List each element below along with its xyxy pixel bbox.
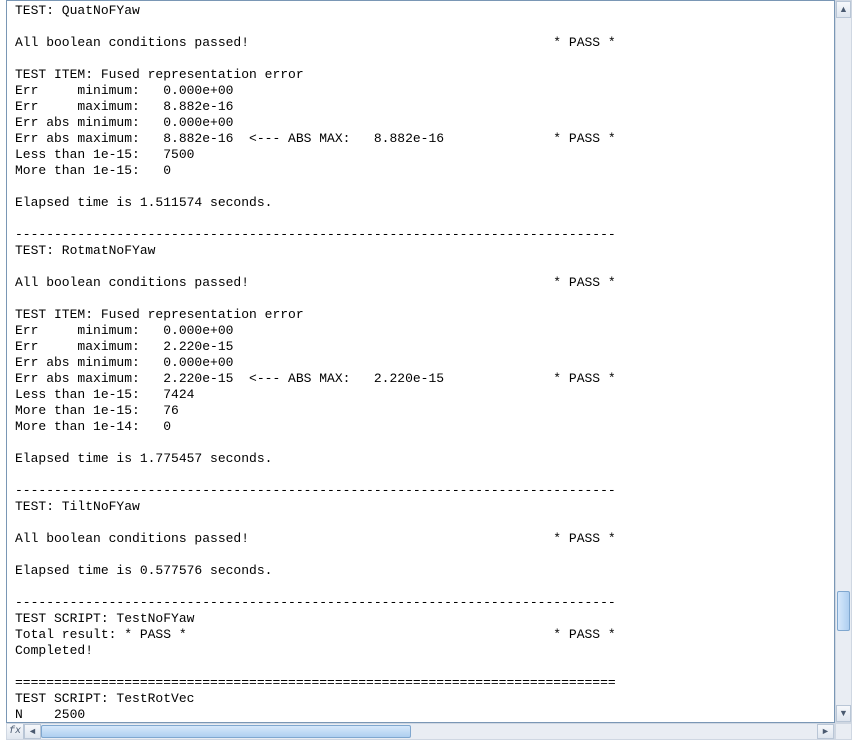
- horizontal-scrollbar-thumb[interactable]: [41, 725, 411, 738]
- scrollbar-corner: [835, 723, 852, 740]
- scroll-down-arrow-icon[interactable]: ▼: [836, 705, 851, 722]
- horizontal-scrollbar-track[interactable]: [41, 724, 817, 739]
- scroll-up-arrow-icon[interactable]: ▲: [836, 1, 851, 18]
- app-frame: TEST: QuatNoFYaw All boolean conditions …: [0, 0, 855, 740]
- scroll-right-arrow-icon[interactable]: ►: [817, 724, 834, 739]
- console-output-pane: TEST: QuatNoFYaw All boolean conditions …: [6, 0, 835, 723]
- fx-button-icon[interactable]: fx: [7, 724, 24, 739]
- scroll-left-arrow-icon[interactable]: ◄: [24, 724, 41, 739]
- vertical-scrollbar[interactable]: ▲ ▼: [835, 0, 852, 723]
- vertical-scrollbar-thumb[interactable]: [837, 591, 850, 631]
- console-text: TEST: QuatNoFYaw All boolean conditions …: [7, 1, 834, 723]
- horizontal-scrollbar[interactable]: fx ◄ ►: [6, 723, 835, 740]
